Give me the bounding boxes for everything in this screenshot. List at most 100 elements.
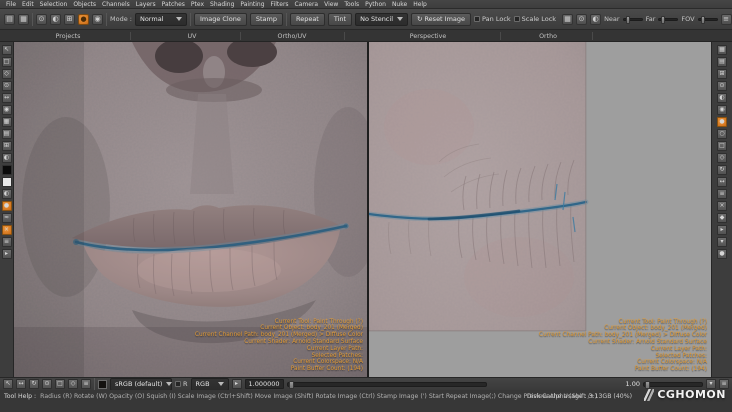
display-mode-select[interactable]: RGB (190, 377, 229, 391)
stamp-button[interactable]: Stamp (249, 12, 283, 26)
menu-channels[interactable]: Channels (99, 0, 133, 9)
snapshots-panel-icon[interactable]: ◆ (717, 213, 727, 223)
move-transform-icon[interactable]: ↖ (3, 379, 13, 389)
channel-r-toggle[interactable]: R (175, 380, 188, 388)
paint-through-tool-icon[interactable]: ● (1, 201, 12, 211)
smudge-tool-icon[interactable]: ≡ (1, 237, 12, 247)
fov-slider[interactable] (697, 15, 718, 24)
eyedropper-icon[interactable]: ◉ (92, 13, 103, 25)
transform-panel-icon[interactable]: ↔ (717, 177, 727, 187)
menu-edit[interactable]: Edit (19, 0, 37, 9)
play-controls-icon[interactable]: ▸ (717, 225, 727, 235)
zoom-tool-icon[interactable]: ⊙ (1, 81, 12, 91)
projectors-panel-icon[interactable]: ● (717, 117, 727, 127)
menu-nuke[interactable]: Nuke (389, 0, 410, 9)
eyedropper-tool-icon[interactable]: ◉ (1, 105, 12, 115)
project-settings-icon[interactable]: ▦ (18, 13, 29, 25)
tab-ortho[interactable]: Ortho (518, 30, 578, 42)
shaders-panel-icon[interactable]: ◐ (717, 93, 727, 103)
menu-shading[interactable]: Shading (207, 0, 237, 9)
rotate-transform-icon[interactable]: ↻ (29, 379, 39, 389)
lighting-icon[interactable]: ▦ (562, 13, 574, 25)
far-slider[interactable] (658, 15, 679, 24)
menu-camera[interactable]: Camera (292, 0, 322, 9)
history-view-icon[interactable]: ◇ (717, 153, 727, 163)
foreground-color-swatch[interactable] (1, 165, 12, 175)
menu-tools[interactable]: Tools (341, 0, 362, 9)
buffer-scale-slider[interactable] (643, 380, 703, 389)
options-icon[interactable]: ≡ (81, 379, 91, 389)
scale-lock-checkbox[interactable] (513, 16, 520, 22)
channel-r-checkbox[interactable] (175, 381, 181, 387)
layers-panel-icon[interactable]: ▤ (717, 57, 727, 67)
undo-history-icon[interactable]: ↻ (717, 165, 727, 175)
brush-tool-icon[interactable]: ⊙ (36, 13, 47, 25)
viewport-perspective[interactable]: Current Tool: Paint Through (?) Current … (14, 42, 367, 377)
gradient-tool-icon[interactable]: ◐ (1, 189, 12, 199)
paint-color-swatch[interactable] (98, 379, 107, 389)
python-console-icon[interactable]: ≡ (717, 189, 727, 199)
mask-tool-icon[interactable]: ▸ (1, 249, 12, 259)
near-slider[interactable] (622, 15, 643, 24)
colorspace-select[interactable]: sRGB (default) (110, 377, 173, 391)
menu-file[interactable]: File (3, 0, 19, 9)
clone-tool-icon[interactable]: ⊞ (1, 141, 12, 151)
view-options-icon[interactable]: ≡ (720, 13, 732, 25)
image-manager-icon[interactable]: ○ (717, 129, 727, 139)
menu-view[interactable]: View (321, 0, 341, 9)
tab-projects[interactable]: Projects (38, 30, 98, 42)
close-panel-icon[interactable]: × (717, 201, 727, 211)
tab-perspective[interactable]: Perspective (388, 30, 468, 42)
slice-tool-icon[interactable]: × (1, 225, 12, 235)
paint-through-active-icon[interactable]: ● (78, 13, 89, 25)
collapse-panel-icon[interactable]: ▾ (717, 237, 727, 247)
menu-painting[interactable]: Painting (237, 0, 267, 9)
project-save-icon[interactable]: ▤ (4, 13, 15, 25)
select-tool-icon[interactable]: ↖ (1, 45, 12, 55)
pan-lock-toggle[interactable]: Pan Lock (474, 15, 511, 23)
pan-lock-checkbox[interactable] (474, 16, 481, 22)
paint-mode-select[interactable]: Normal (134, 12, 187, 26)
opacity-icon[interactable]: ▸ (231, 379, 242, 389)
pan-tool-icon[interactable]: ↔ (1, 93, 12, 103)
menu-ptex[interactable]: Ptex (188, 0, 207, 9)
channels-panel-icon[interactable]: ▦ (717, 45, 727, 55)
objects-panel-icon[interactable]: ⊙ (717, 81, 727, 91)
image-clone-button[interactable]: Image Clone (193, 12, 247, 26)
marquee-tool-icon[interactable]: □ (1, 57, 12, 67)
tint-button[interactable]: Tint (327, 12, 353, 26)
background-color-swatch[interactable] (1, 177, 12, 187)
menu-patches[interactable]: Patches (159, 0, 188, 9)
menu-objects[interactable]: Objects (70, 0, 99, 9)
lights-panel-icon[interactable]: ◉ (717, 105, 727, 115)
menu-selection[interactable]: Selection (37, 0, 71, 9)
erase-tool-icon[interactable]: ▤ (1, 129, 12, 139)
bounds-icon[interactable]: □ (55, 379, 65, 389)
paint-opacity-slider[interactable] (286, 380, 487, 389)
menu-layers[interactable]: Layers (133, 0, 159, 9)
record-icon[interactable]: ● (717, 249, 727, 259)
patches-panel-icon[interactable]: ⊞ (717, 69, 727, 79)
tab-uv[interactable]: UV (162, 30, 222, 42)
reset-image-button[interactable]: ↻ Reset Image (411, 12, 472, 26)
shadow-icon[interactable]: ⊙ (576, 13, 588, 25)
warp-tool-icon[interactable]: ≈ (1, 213, 12, 223)
blend-mode-icon[interactable]: ◐ (50, 13, 61, 25)
color-manager-icon[interactable]: □ (717, 141, 727, 151)
stencil-select[interactable]: No Stencil (355, 12, 408, 26)
tab-ortho-uv[interactable]: Ortho/UV (257, 30, 327, 42)
menu-python[interactable]: Python (362, 0, 389, 9)
viewport-ortho[interactable]: Current Tool: Paint Through (?) Current … (369, 42, 711, 377)
paint-tool-icon[interactable]: ▦ (1, 117, 12, 127)
menu-filters[interactable]: Filters (268, 0, 292, 9)
blur-tool-icon[interactable]: ◐ (1, 153, 12, 163)
paint-opacity-field[interactable]: 1.000000 (244, 379, 284, 389)
menu-help[interactable]: Help (410, 0, 430, 9)
repeat-button[interactable]: Repeat (289, 12, 325, 26)
mirror-projection-icon[interactable]: ◐ (590, 13, 602, 25)
snap-icon[interactable]: ◇ (68, 379, 78, 389)
paint-buffer-icon[interactable]: ⊞ (64, 13, 75, 25)
scale-lock-toggle[interactable]: Scale Lock (513, 15, 556, 23)
resize-transform-icon[interactable]: ↔ (16, 379, 26, 389)
pivot-icon[interactable]: ⊙ (42, 379, 52, 389)
